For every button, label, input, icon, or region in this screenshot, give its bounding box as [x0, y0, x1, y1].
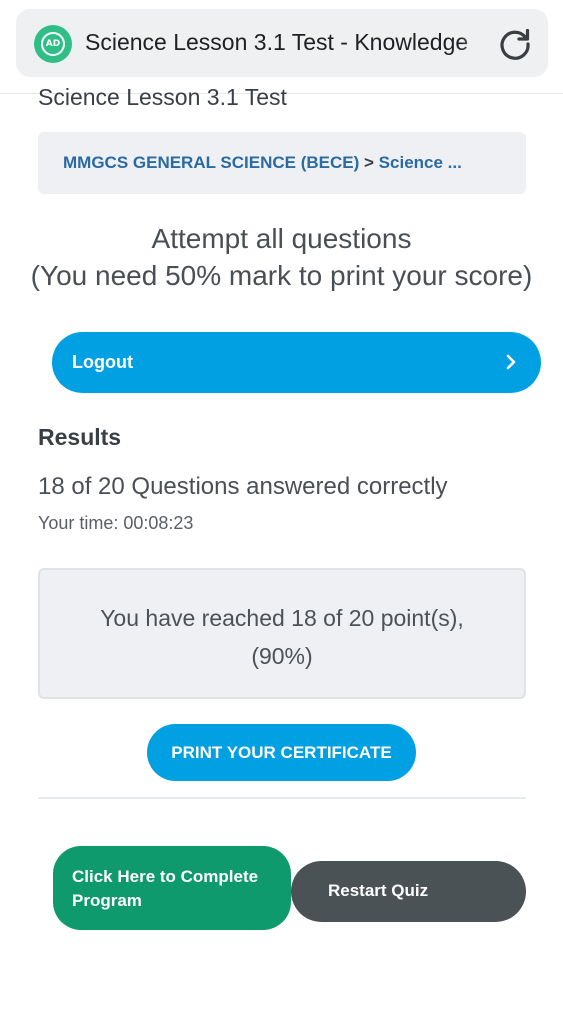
breadcrumb-current-link[interactable]: Science ... — [379, 153, 462, 172]
restart-quiz-button[interactable]: Restart Quiz — [291, 861, 526, 922]
score-points: You have reached 18 of 20 point(s), — [100, 605, 464, 631]
browser-toolbar: AD Science Lesson 3.1 Test - Knowledge — [0, 0, 563, 94]
logout-label: Logout — [72, 352, 133, 372]
chevron-right-icon — [506, 354, 516, 370]
quiz-time: Your time: 00:08:23 — [38, 513, 194, 533]
complete-program-label: Click Here to Complete Program — [72, 867, 259, 910]
print-certificate-button[interactable]: PRINT YOUR CERTIFICATE — [147, 724, 416, 781]
results-heading: Results — [38, 424, 122, 450]
complete-program-button[interactable]: Click Here to Complete Program — [53, 846, 291, 930]
instructions-line-1: Attempt all questions — [151, 223, 412, 254]
score-percent: (90%) — [251, 643, 313, 669]
breadcrumb-course-link[interactable]: MMGCS GENERAL SCIENCE (BECE) — [63, 153, 359, 172]
restart-quiz-label: Restart Quiz — [328, 881, 429, 900]
reload-icon[interactable] — [497, 26, 533, 62]
breadcrumb: MMGCS GENERAL SCIENCE (BECE) > Science .… — [38, 132, 526, 194]
lesson-title: Science Lesson 3.1 Test — [38, 84, 287, 110]
instructions-line-2: (You need 50% mark to print your score) — [30, 260, 533, 291]
browser-page-title[interactable]: Science Lesson 3.1 Test - Knowledge — [85, 29, 489, 61]
quiz-instructions: Attempt all questions (You need 50% mark… — [20, 220, 543, 294]
breadcrumb-separator: > — [364, 153, 374, 172]
answered-summary: 18 of 20 Questions answered correctly — [38, 473, 448, 500]
site-icon-text: AD — [41, 32, 65, 56]
site-favicon-icon: AD — [34, 25, 72, 63]
score-panel: You have reached 18 of 20 point(s), (90%… — [38, 568, 526, 699]
divider — [38, 797, 526, 799]
logout-button[interactable]: Logout — [52, 332, 541, 393]
